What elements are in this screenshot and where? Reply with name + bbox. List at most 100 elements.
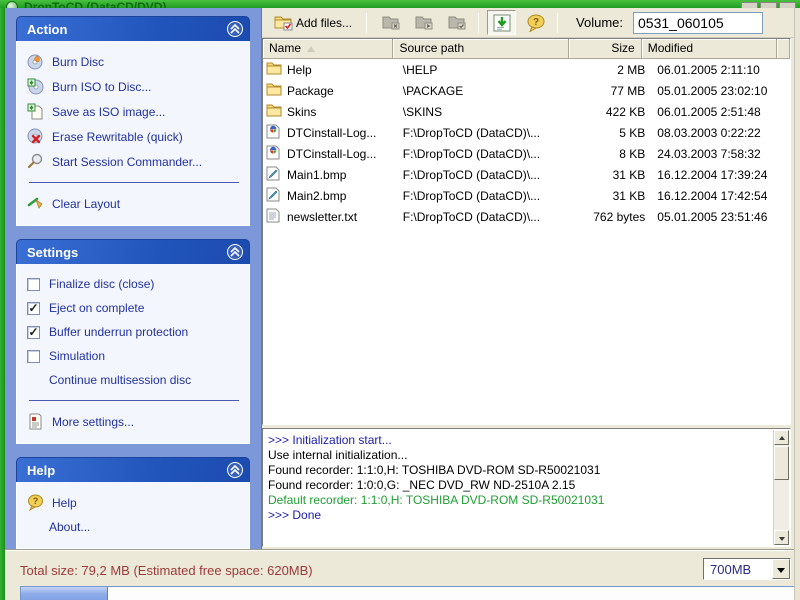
app-window: DropToCD (DataCD/DVD) Action Burn Disc B… — [0, 0, 800, 600]
titlebar[interactable]: DropToCD (DataCD/DVD) — [0, 0, 800, 8]
verify-item-button-disabled[interactable] — [441, 10, 470, 35]
log-line: >>> Initialization start... — [268, 433, 392, 447]
panel-separator — [29, 400, 239, 401]
file-list-header: Name Source path Size Modified — [263, 39, 790, 59]
table-row[interactable]: DTCinstall-Log... F:\DropToCD (DataCD)\.… — [263, 122, 790, 143]
about-label: About... — [49, 520, 91, 534]
folder-check-icon — [447, 14, 466, 31]
remove-files-button-disabled[interactable] — [375, 10, 404, 35]
add-files-button[interactable]: Add files... — [268, 10, 358, 35]
log-output: >>> Initialization start... Use internal… — [262, 428, 791, 547]
toolbar: Add files... ? Volume: 0531_060105 — [262, 8, 794, 38]
scrollbar-thumb[interactable] — [774, 446, 789, 480]
buffer-underrun-checkbox[interactable]: ✓ Buffer underrun protection — [25, 320, 243, 344]
help-toolbar-button[interactable]: ? — [520, 10, 549, 35]
continue-multisession-item[interactable]: Continue multisession disc — [25, 368, 243, 392]
checkbox-checked-icon[interactable]: ✓ — [27, 325, 40, 339]
help-panel-title: Help — [27, 463, 56, 478]
chevron-down-icon[interactable] — [772, 559, 790, 579]
eject-on-complete-checkbox[interactable]: ✓ Eject on complete — [25, 296, 243, 320]
save-iso-label: Save as ISO image... — [52, 104, 166, 119]
bitmap-image-icon — [266, 166, 283, 183]
about-item[interactable]: About... — [25, 515, 243, 539]
column-header-name[interactable]: Name — [263, 39, 394, 59]
scroll-down-icon[interactable] — [774, 530, 789, 545]
disc-capacity-value: 700MB — [710, 562, 752, 577]
minimize-button[interactable] — [741, 2, 758, 8]
capacity-progress-fill — [21, 587, 109, 600]
run-item-button-disabled[interactable] — [408, 10, 437, 35]
clear-layout-icon — [27, 195, 44, 212]
burn-disc-label: Burn Disc — [52, 54, 105, 69]
table-row[interactable]: newsletter.txt F:\DropToCD (DataCD)\... … — [263, 206, 790, 227]
volume-label: Volume: — [576, 15, 624, 30]
settings-panel-header[interactable]: Settings — [16, 239, 250, 264]
table-row[interactable]: Skins \SKINS 422 KB 06.01.2005 2:51:48 — [263, 101, 790, 122]
main-area: Add files... ? Volume: 0531_060105 Name … — [262, 8, 794, 550]
log-line: Use internal initialization... — [268, 448, 408, 462]
text-file-icon — [266, 208, 283, 225]
folder-remove-icon — [381, 14, 400, 31]
volume-input[interactable] — [633, 11, 764, 34]
column-header-size[interactable]: Size — [568, 39, 642, 59]
folder-run-icon — [414, 14, 433, 31]
erase-rewritable-icon — [27, 128, 44, 145]
settings-panel: Settings Finalize disc (close) ✓ Eject o… — [16, 239, 250, 444]
checkbox-icon[interactable] — [27, 277, 40, 291]
checkbox-checked-icon[interactable]: ✓ — [27, 301, 40, 315]
window-right-border — [794, 8, 800, 600]
finalize-disc-checkbox[interactable]: Finalize disc (close) — [25, 272, 243, 296]
help-item[interactable]: ? Help — [25, 490, 243, 515]
svg-text:?: ? — [33, 496, 39, 506]
action-panel-header[interactable]: Action — [16, 16, 250, 41]
burn-disc-item[interactable]: Burn Disc — [25, 49, 243, 74]
help-panel: Help ? Help About... — [16, 457, 250, 549]
add-files-icon — [274, 14, 293, 31]
scroll-up-icon[interactable] — [774, 430, 789, 445]
more-settings-item[interactable]: More settings... — [25, 409, 243, 434]
table-row[interactable]: Main2.bmp F:\DropToCD (DataCD)\... 31 KB… — [263, 185, 790, 206]
column-header-source-path[interactable]: Source path — [393, 39, 569, 59]
log-line: Default recorder: 1:1:0,H: TOSHIBA DVD-R… — [268, 493, 605, 507]
folder-icon — [266, 82, 283, 99]
log-line: >>> Done — [268, 508, 322, 522]
clear-layout-label: Clear Layout — [52, 196, 121, 211]
file-list: Name Source path Size Modified Help \HEL… — [262, 38, 791, 425]
collapse-chevron-icon[interactable] — [227, 462, 243, 478]
clear-layout-item[interactable]: Clear Layout — [25, 191, 243, 216]
svg-text:?: ? — [533, 17, 539, 28]
show-log-button[interactable] — [487, 10, 517, 35]
simulation-label: Simulation — [49, 349, 106, 363]
burn-iso-item[interactable]: Burn ISO to Disc... — [25, 74, 243, 99]
disc-capacity-select[interactable]: 700MB — [703, 558, 791, 580]
sort-ascending-icon — [307, 46, 316, 52]
simulation-checkbox[interactable]: Simulation — [25, 344, 243, 368]
task-sidebar: Action Burn Disc Burn ISO to Disc... Sav… — [5, 8, 262, 550]
maximize-button[interactable] — [760, 2, 777, 8]
help-icon: ? — [27, 494, 44, 511]
session-commander-item[interactable]: Start Session Commander... — [25, 149, 243, 174]
continue-multisession-label: Continue multisession disc — [49, 373, 192, 387]
session-commander-label: Start Session Commander... — [52, 154, 203, 169]
erase-rewritable-item[interactable]: Erase Rewritable (quick) — [25, 124, 243, 149]
help-panel-header[interactable]: Help — [16, 457, 250, 482]
save-iso-item[interactable]: Save as ISO image... — [25, 99, 243, 124]
column-header-modified[interactable]: Modified — [641, 39, 777, 59]
table-row[interactable]: DTCinstall-Log... F:\DropToCD (DataCD)\.… — [263, 143, 790, 164]
close-button[interactable] — [779, 2, 796, 8]
save-iso-icon — [27, 103, 44, 120]
eject-on-complete-label: Eject on complete — [49, 301, 145, 315]
log-scrollbar[interactable] — [773, 430, 789, 545]
toolbar-separator — [557, 12, 559, 33]
table-row[interactable]: Help \HELP 2 MB 06.01.2005 2:11:10 — [263, 59, 790, 80]
checkbox-icon[interactable] — [27, 349, 40, 363]
table-row[interactable]: Main1.bmp F:\DropToCD (DataCD)\... 31 KB… — [263, 164, 790, 185]
collapse-chevron-icon[interactable] — [227, 21, 243, 37]
collapse-chevron-icon[interactable] — [227, 244, 243, 260]
question-bubble-icon: ? — [526, 14, 545, 32]
action-panel-title: Action — [27, 22, 68, 37]
toolbar-separator — [478, 12, 480, 33]
capacity-progress-bar — [20, 586, 795, 600]
settings-panel-title: Settings — [27, 245, 79, 260]
table-row[interactable]: Package \PACKAGE 77 MB 05.01.2005 23:02:… — [263, 80, 790, 101]
